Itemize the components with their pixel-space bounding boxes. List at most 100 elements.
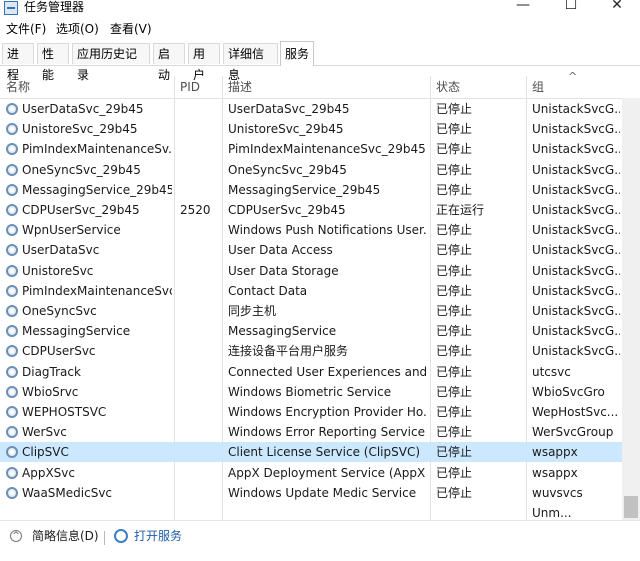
table-row[interactable]: UserDataSvc User Data Access 已停止 UnistackSv… <box>0 240 622 260</box>
scrollbar-thumb[interactable] <box>624 496 638 518</box>
service-gear-icon <box>6 305 18 317</box>
minimize-button[interactable]: — <box>500 0 546 16</box>
table-row[interactable]: UserDataSvc_29b45 UserDataSvc_29b45 已停止 Uni… <box>0 99 622 119</box>
table-row[interactable]: CDPUserSvc_29b45 2520 CDPUserSvc_29b45 正在运行… <box>0 200 622 220</box>
column-header-pid[interactable]: PID <box>180 78 200 96</box>
tab-startup[interactable]: 启动 <box>153 43 185 82</box>
cell-description: User Data Storage <box>228 263 339 278</box>
cell-description: CDPUserSvc_29b45 <box>228 203 346 217</box>
cell-group: wsappx <box>532 465 578 480</box>
column-header-group[interactable]: 组 <box>532 78 544 96</box>
cell-name: WbioSrvc <box>22 384 79 399</box>
table-row[interactable]: DiagTrack Connected User Experiences and.… <box>0 362 622 382</box>
tab-app-history[interactable]: 应用历史记录 <box>72 43 150 82</box>
service-gear-icon <box>6 204 18 216</box>
table-row[interactable]: CDPUserSvc 连接设备平台用户服务 已停止 UnistackSvcG... <box>0 341 622 361</box>
service-gear-icon <box>6 365 18 378</box>
cell-name: CDPUserSvc_29b45 <box>22 203 140 217</box>
table-row[interactable]: Unm... <box>0 503 622 520</box>
cell-name: DiagTrack <box>22 364 81 379</box>
table-row[interactable]: UnistoreSvc_29b45 UnistoreSvc_29b45 已停止 Uni… <box>0 119 622 139</box>
services-icon[interactable] <box>114 529 128 543</box>
cell-name: AppXSvc <box>22 465 75 480</box>
cell-status: 已停止 <box>436 304 473 318</box>
column-header-name[interactable]: 名称 <box>6 78 30 96</box>
cell-name: OneSyncSvc_29b45 <box>22 162 141 177</box>
table-row[interactable]: AppXSvc AppX Deployment Service (AppX... 已… <box>0 463 622 483</box>
tab-users[interactable]: 用户 <box>188 43 220 82</box>
cell-status: 已停止 <box>436 364 473 379</box>
menu-file[interactable]: 文件(F) <box>6 21 46 37</box>
fewer-details-link[interactable]: 简略信息(D) <box>32 527 99 545</box>
service-gear-icon <box>6 103 18 115</box>
service-gear-icon <box>6 426 18 439</box>
cell-status: 已停止 <box>436 182 473 197</box>
table-header: 名称 PID 描述 状态 组 ^ <box>0 70 622 99</box>
cell-description: MessagingService <box>228 324 337 339</box>
cell-status: 已停止 <box>436 243 473 258</box>
cell-name: PimIndexMaintenanceSv... <box>22 142 172 157</box>
table-row[interactable]: WpnUserService Windows Push Notifications… <box>0 220 622 240</box>
table-row[interactable]: PimIndexMaintenanceSv... PimIndexMaintena… <box>0 139 622 159</box>
maximize-button[interactable]: ☐ <box>548 0 594 16</box>
cell-name: ClipSVC <box>22 445 69 460</box>
table-row[interactable]: OneSyncSvc 同步主机 已停止 UnistackSvcG... <box>0 301 622 321</box>
cell-name: CDPUserSvc <box>22 344 96 359</box>
tab-performance[interactable]: 性能 <box>37 43 69 82</box>
service-gear-icon <box>6 406 18 418</box>
service-gear-icon <box>6 163 18 176</box>
menu-options[interactable]: 选项(O) <box>56 21 99 37</box>
service-gear-icon <box>6 264 18 277</box>
table-row[interactable]: MessagingService_29b45 MessagingService_2… <box>0 180 622 200</box>
cell-name: WEPHOSTSVC <box>22 405 107 419</box>
cell-group: UnistackSvcG... <box>532 324 620 339</box>
service-gear-icon <box>6 123 18 136</box>
tab-details[interactable]: 详细信息 <box>223 43 278 82</box>
cell-name: MessagingService <box>22 324 131 339</box>
table-row[interactable]: UnistoreSvc User Data Storage 已停止 UnistackS… <box>0 261 622 281</box>
service-gear-icon <box>6 183 18 196</box>
cell-name: UnistoreSvc_29b45 <box>22 122 138 137</box>
cell-description: Windows Biometric Service <box>228 384 392 399</box>
service-gear-icon <box>6 345 18 358</box>
cell-description: AppX Deployment Service (AppX... <box>228 465 426 480</box>
tab-bar: 进程 性能 应用历史记录 启动 用户 详细信息 服务 <box>0 40 640 82</box>
table-row[interactable]: WEPHOSTSVC Windows Encryption Provider Ho… <box>0 402 622 422</box>
cell-name: OneSyncSvc <box>22 304 97 318</box>
cell-description: Windows Push Notifications User... <box>228 223 426 238</box>
column-header-description[interactable]: 描述 <box>228 78 252 96</box>
tab-processes[interactable]: 进程 <box>2 43 34 82</box>
vertical-scrollbar[interactable] <box>622 98 640 520</box>
cell-group: wuvsvcs <box>532 485 583 500</box>
column-header-status[interactable]: 状态 <box>436 78 460 96</box>
cell-status: 已停止 <box>436 324 473 339</box>
table-row[interactable]: MessagingService MessagingService 已停止 Unist… <box>0 321 622 341</box>
cell-status: 已停止 <box>436 405 473 419</box>
window-title: 任务管理器 <box>24 0 85 14</box>
cell-name: WaaSMedicSvc <box>22 485 113 500</box>
service-gear-icon <box>6 284 18 297</box>
cell-group: WepHostSvc... <box>532 405 619 419</box>
cell-group: UnistackSvcG... <box>532 243 620 258</box>
cell-description: 连接设备平台用户服务 <box>228 344 349 359</box>
table-row[interactable]: WerSvc Windows Error Reporting Service 已停止… <box>0 422 622 442</box>
menu-view[interactable]: 查看(V) <box>110 21 152 37</box>
open-services-link[interactable]: 打开服务 <box>134 527 182 545</box>
tab-services[interactable]: 服务 <box>280 41 314 66</box>
table-row[interactable]: OneSyncSvc_29b45 OneSyncSvc_29b45 已停止 Unist… <box>0 160 622 180</box>
service-gear-icon <box>6 143 18 156</box>
cell-status: 已停止 <box>436 425 473 440</box>
table-row[interactable]: ClipSVC Client License Service (ClipSVC) 已… <box>0 442 622 463</box>
service-gear-icon <box>6 244 18 257</box>
cell-description: Client License Service (ClipSVC) <box>228 445 421 460</box>
cell-group: UnistackSvcG... <box>532 304 620 318</box>
cell-description: 同步主机 <box>228 304 277 318</box>
table-row[interactable]: WbioSrvc Windows Biometric Service 已停止 Wbio… <box>0 382 622 402</box>
cell-description: MessagingService_29b45 <box>228 182 381 197</box>
chevron-up-icon[interactable]: ^ <box>10 530 22 542</box>
cell-group: UnistackSvcG... <box>532 283 620 298</box>
service-gear-icon <box>6 486 18 499</box>
table-row[interactable]: WaaSMedicSvc Windows Update Medic Service… <box>0 483 622 503</box>
table-row[interactable]: PimIndexMaintenanceSvc Contact Data 已停止 Uni… <box>0 281 622 301</box>
close-button[interactable]: ✕ <box>594 0 640 16</box>
